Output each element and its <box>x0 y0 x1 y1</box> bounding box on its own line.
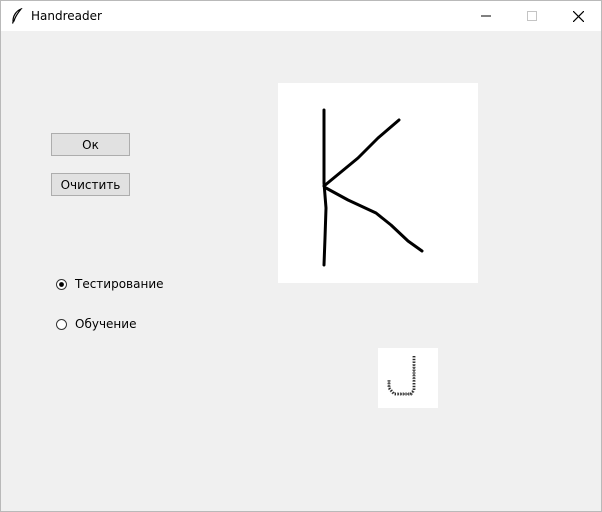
close-icon <box>572 10 584 22</box>
radio-selected-icon <box>56 278 67 290</box>
feather-icon <box>10 7 24 24</box>
window-title: Handreader <box>31 9 102 23</box>
radio-unselected-icon <box>56 318 67 330</box>
radio-testing-label: Тестирование <box>75 277 164 291</box>
title-bar[interactable]: Handreader <box>1 1 601 31</box>
recognized-preview <box>378 348 438 408</box>
ok-button[interactable]: Ок <box>51 133 130 156</box>
radio-training[interactable]: Обучение <box>56 317 136 331</box>
maximize-button[interactable] <box>509 1 555 31</box>
handwritten-stroke <box>322 108 424 267</box>
minimize-icon <box>481 15 491 17</box>
clear-button[interactable]: Очистить <box>51 173 130 196</box>
radio-training-label: Обучение <box>75 317 137 331</box>
drawing-canvas[interactable] <box>278 83 478 283</box>
app-window: Handreader Ок Очистить Тестирование Обуч… <box>0 0 602 512</box>
close-button[interactable] <box>555 1 601 31</box>
maximize-icon <box>527 11 537 21</box>
recognized-glyph-icon <box>387 356 416 396</box>
minimize-button[interactable] <box>463 1 509 31</box>
radio-testing[interactable]: Тестирование <box>56 277 164 291</box>
